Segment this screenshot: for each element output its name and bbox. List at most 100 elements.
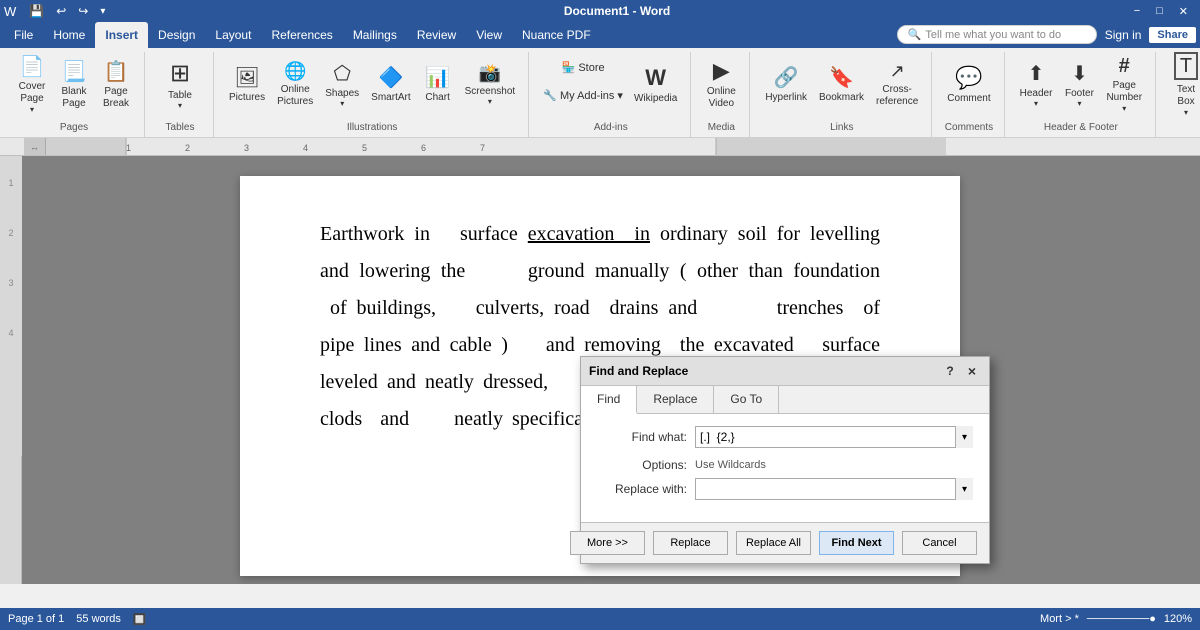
zoom-slider[interactable]: ────────● [1087,613,1156,625]
svg-text:5: 5 [362,143,367,153]
replace-with-input[interactable] [695,478,973,500]
tab-design[interactable]: Design [148,22,205,48]
online-pictures-icon: 🌐 [284,61,306,82]
view-mode-label: Mort > * [1040,613,1079,625]
svg-text:2: 2 [185,143,190,153]
ruler-corner: ↔ [24,138,46,156]
links-group-label: Links [830,122,853,135]
word-count: 55 words [76,613,121,625]
pictures-button[interactable]: 🖼 Pictures [224,54,270,114]
bookmark-icon: 🔖 [829,65,854,90]
search-icon: 🔍 [908,28,922,41]
page-break-icon: 📋 [104,59,129,84]
cancel-button[interactable]: Cancel [902,531,977,555]
more-button[interactable]: More >> [570,531,645,555]
find-what-label: Find what: [597,430,687,444]
find-input-wrapper: ▾ [695,426,973,448]
shapes-button[interactable]: ⬠ Shapes ▾ [320,54,364,114]
header-footer-group-label: Header & Footer [1044,122,1118,135]
wikipedia-icon: W [645,65,666,91]
find-dropdown-button[interactable]: ▾ [955,426,973,448]
tab-mailings[interactable]: Mailings [343,22,407,48]
cross-reference-button[interactable]: ↗ Cross-reference [871,54,923,114]
status-bar: Page 1 of 1 55 words 🔲 Mort > * ────────… [0,608,1200,630]
dialog-help-button[interactable]: ? [941,362,959,380]
ribbon-group-media: ▶ OnlineVideo Media [693,52,750,137]
table-button[interactable]: ⊞ Table ▾ [155,54,205,114]
svg-text:7: 7 [480,143,485,153]
find-what-row: Find what: ▾ [597,426,973,448]
cover-page-button[interactable]: 📄 CoverPage ▾ [12,54,52,114]
pictures-icon: 🖼 [234,65,259,90]
ribbon-group-addins: 🏪 Store 🔧 My Add-ins ▾ W Wikipedia Add-i… [531,52,691,137]
dialog-tab-goto[interactable]: Go To [714,386,779,413]
sign-in-button[interactable]: Sign in [1105,28,1142,42]
status-right: Mort > * ────────● 120% [1040,613,1192,625]
dialog-close-button[interactable]: × [963,362,981,380]
smartart-button[interactable]: 🔷 SmartArt [366,54,415,114]
tell-me-input[interactable]: 🔍 Tell me what you want to do [897,25,1097,44]
cross-reference-icon: ↗ [890,61,905,82]
svg-text:3: 3 [244,143,249,153]
tab-file[interactable]: File [4,22,43,48]
tab-layout[interactable]: Layout [205,22,261,48]
dialog-tab-replace[interactable]: Replace [637,386,714,413]
hyperlink-icon: 🔗 [774,65,799,90]
dialog-tab-find[interactable]: Find [581,386,637,414]
page-number-button[interactable]: # PageNumber ▾ [1101,54,1147,114]
blank-page-icon: 📃 [62,59,87,84]
find-what-input[interactable] [695,426,973,448]
comments-group-label: Comments [945,122,993,135]
text-box-button[interactable]: T TextBox ▾ [1166,54,1200,114]
close-button[interactable]: ✕ [1171,0,1196,22]
footer-icon: ⬇ [1071,61,1088,86]
comment-button[interactable]: 💬 Comment [942,54,995,114]
replace-dropdown-button[interactable]: ▾ [955,478,973,500]
proofing-icon: 🔲 [133,613,147,626]
blank-page-button[interactable]: 📃 BlankPage [54,54,94,114]
media-group-label: Media [708,122,735,135]
share-button[interactable]: Share [1149,27,1196,43]
quick-access-toolbar: W 💾 ↩ ↪ ▾ [4,4,108,19]
bookmark-button[interactable]: 🔖 Bookmark [814,54,869,114]
shapes-icon: ⬠ [334,61,351,86]
my-addins-button[interactable]: 🔧 My Add-ins ▾ [539,82,627,108]
tab-references[interactable]: References [261,22,342,48]
tab-view[interactable]: View [466,22,512,48]
customize-qat-icon[interactable]: ▾ [97,6,108,17]
replace-all-button[interactable]: Replace All [736,531,811,555]
ruler: ↔ 1 2 3 4 5 6 7 [0,138,1200,156]
hyperlink-button[interactable]: 🔗 Hyperlink [760,54,812,114]
find-replace-dialog[interactable]: Find and Replace ? × Find Replace Go To … [580,356,990,564]
table-icon: ⊞ [170,59,190,88]
save-icon[interactable]: 💾 [26,4,47,18]
options-value: Use Wildcards [695,459,766,471]
screenshot-button[interactable]: 📸 Screenshot ▾ [460,54,521,114]
store-button[interactable]: 🏪 Store [539,54,627,80]
tab-nuance[interactable]: Nuance PDF [512,22,601,48]
online-pictures-button[interactable]: 🌐 OnlinePictures [272,54,318,114]
page-number-icon: # [1119,55,1130,78]
page-break-button[interactable]: 📋 PageBreak [96,54,136,114]
tab-insert[interactable]: Insert [95,22,148,48]
find-next-button[interactable]: Find Next [819,531,894,555]
undo-icon[interactable]: ↩ [53,4,69,18]
redo-icon[interactable]: ↪ [75,4,91,18]
tab-home[interactable]: Home [43,22,95,48]
header-button[interactable]: ⬆ Header ▾ [1015,54,1058,114]
comment-icon: 💬 [955,65,982,91]
wikipedia-button[interactable]: W Wikipedia [629,54,682,114]
page-info: Page 1 of 1 [8,613,64,625]
footer-button[interactable]: ⬇ Footer ▾ [1059,54,1099,114]
svg-text:1: 1 [8,178,13,188]
dialog-body: Find what: ▾ Options: Use Wildcards Repl… [581,414,989,522]
maximize-button[interactable]: □ [1148,0,1171,22]
replace-button[interactable]: Replace [653,531,728,555]
tell-me-placeholder: Tell me what you want to do [925,29,1061,41]
chart-button[interactable]: 📊 Chart [418,54,458,114]
minimize-button[interactable]: − [1126,0,1148,22]
dialog-tabs: Find Replace Go To [581,386,989,414]
smartart-icon: 🔷 [378,65,403,90]
online-video-button[interactable]: ▶ OnlineVideo [701,54,741,114]
tab-review[interactable]: Review [407,22,466,48]
